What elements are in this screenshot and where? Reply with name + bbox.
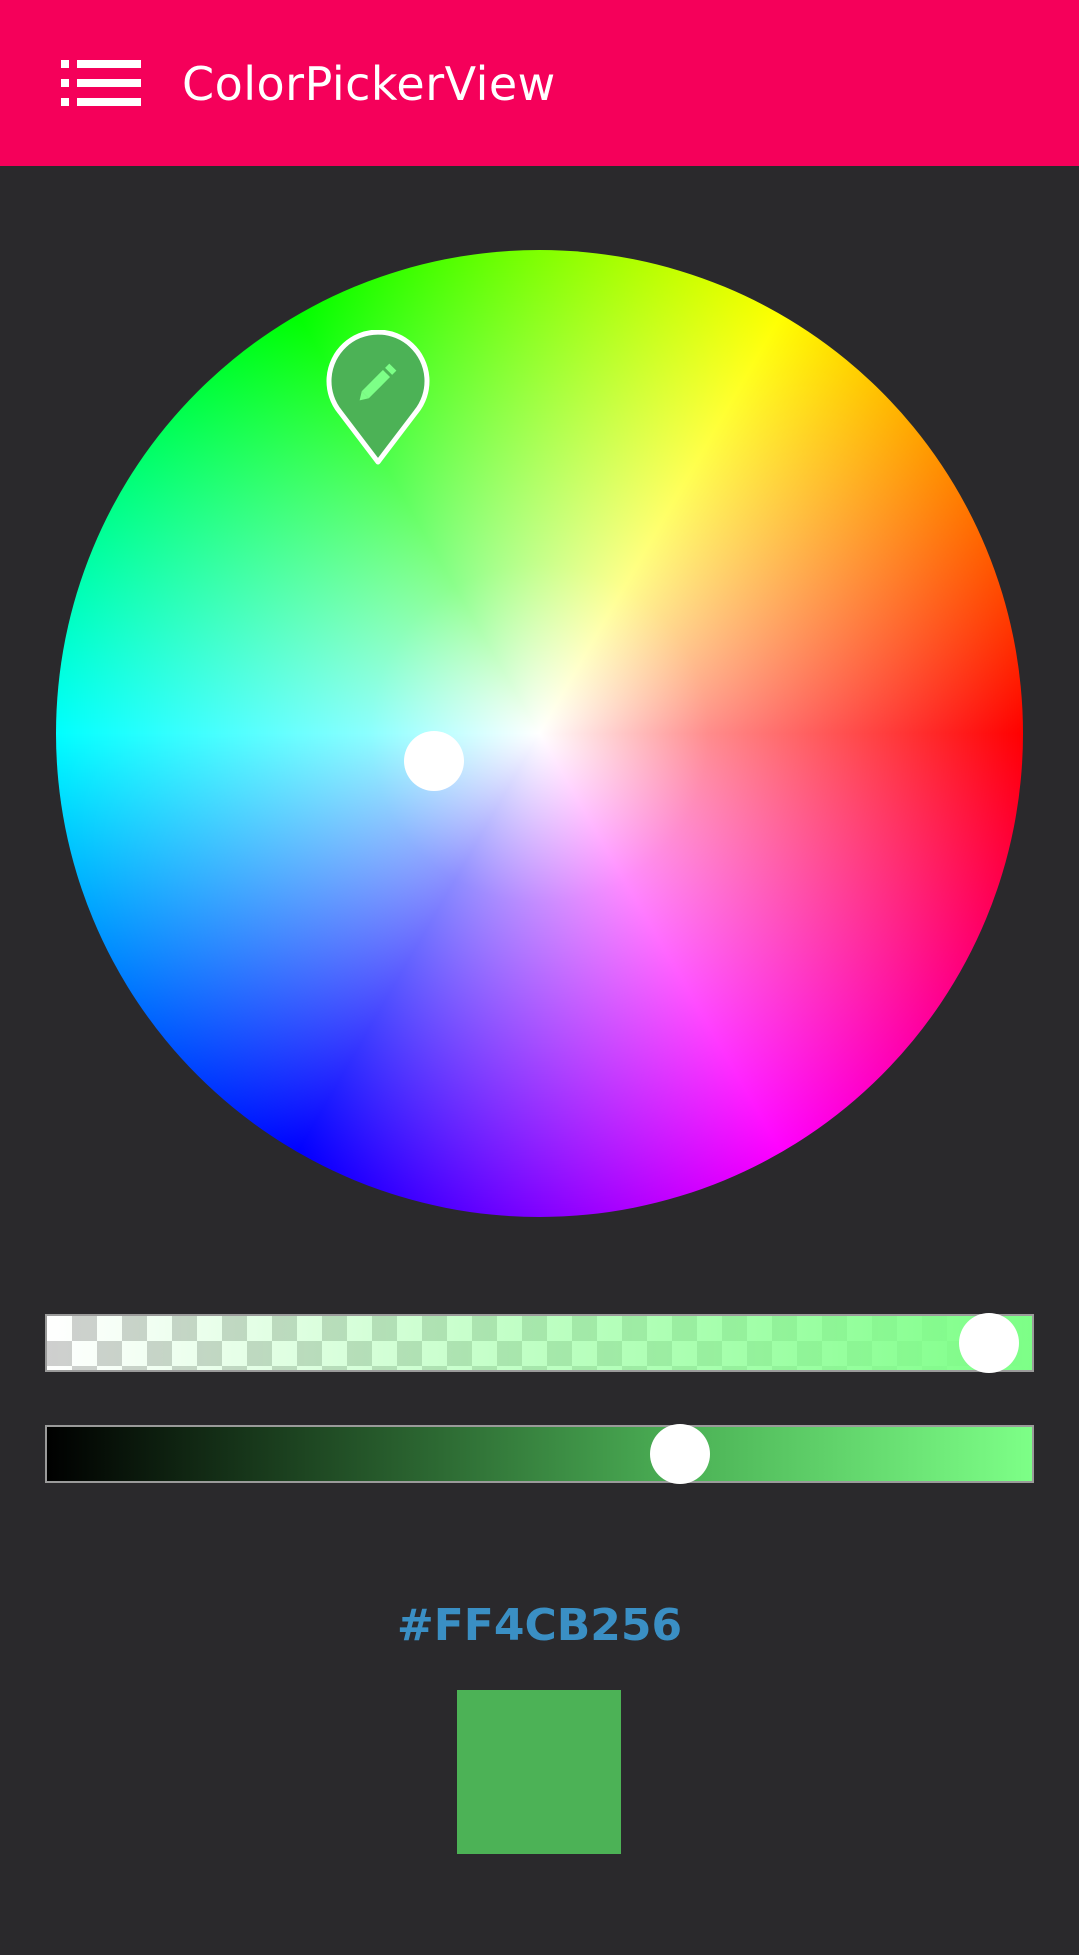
alpha-slider-thumb[interactable] (958, 1313, 1019, 1373)
hex-color-label: #FF4CB256 (396, 1600, 683, 1651)
menu-list-icon[interactable] (61, 60, 141, 106)
brightness-slider[interactable] (45, 1424, 1034, 1484)
brightness-slider-thumb[interactable] (650, 1424, 711, 1484)
app-bar: ColorPickerView (0, 0, 1079, 166)
color-selector-handle[interactable] (404, 731, 464, 791)
color-flag-pin (324, 329, 432, 466)
alpha-slider[interactable] (45, 1313, 1034, 1373)
color-preview-swatch (457, 1690, 621, 1854)
saturation-overlay (56, 250, 1023, 1217)
page-title: ColorPickerView (182, 57, 556, 111)
color-wheel[interactable] (56, 250, 1023, 1217)
